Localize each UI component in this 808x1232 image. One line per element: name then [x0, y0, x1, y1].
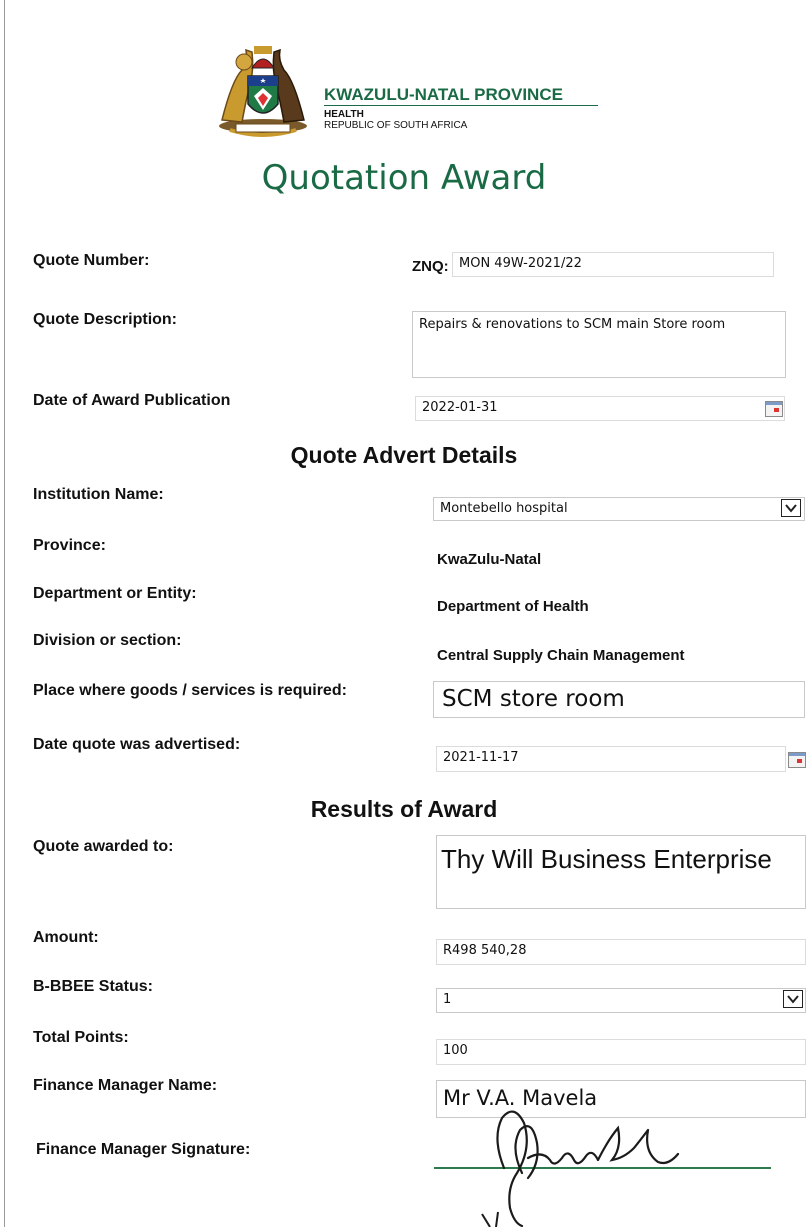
institution-label: Institution Name: [33, 486, 164, 503]
awarded-to-field[interactable]: Thy Will Business Enterprise [436, 835, 806, 909]
institution-select[interactable]: Montebello hospital [433, 497, 805, 521]
advertised-date-label: Date quote was advertised: [33, 736, 241, 753]
amount-label: Amount: [33, 929, 99, 946]
section-quote-advert-details: Quote Advert Details [290, 442, 518, 468]
bbbee-status-select[interactable]: 1 [436, 988, 806, 1013]
award-date-field[interactable]: 2022-01-31 [415, 396, 785, 421]
calendar-icon[interactable] [788, 752, 806, 768]
quote-description-field[interactable]: Repairs & renovations to SCM main Store … [412, 311, 786, 378]
bbbee-status-label: B-BBEE Status: [33, 978, 154, 995]
finance-manager-name-label: Finance Manager Name: [33, 1077, 218, 1094]
coat-of-arms-logo [212, 40, 314, 140]
amount-field[interactable]: R498 540,28 [436, 939, 806, 965]
handwritten-signature [462, 1088, 702, 1228]
calendar-icon[interactable] [765, 401, 783, 417]
total-points-label: Total Points: [33, 1029, 129, 1046]
award-date-label: Date of Award Publication [33, 392, 231, 409]
org-name: KWAZULU-NATAL PROVINCE [324, 85, 563, 104]
quote-number-field[interactable]: MON 49W-2021/22 [452, 252, 774, 277]
section-results-of-award: Results of Award [310, 796, 498, 822]
finance-manager-signature-label: Finance Manager Signature: [36, 1141, 251, 1158]
page-title: Quotation Award [261, 158, 547, 198]
org-divider [324, 105, 598, 106]
total-points-field[interactable]: 100 [436, 1039, 806, 1065]
division-value: Central Supply Chain Management [437, 647, 685, 664]
department-label: Department or Entity: [33, 585, 197, 602]
province-label: Province: [33, 537, 106, 554]
org-health: HEALTH [324, 109, 364, 120]
quote-number-prefix: ZNQ: [412, 258, 449, 275]
bbbee-dropdown-chevron-icon[interactable] [783, 990, 803, 1008]
advertised-date-field[interactable]: 2021-11-17 [436, 746, 786, 772]
awarded-to-label: Quote awarded to: [33, 838, 174, 855]
quote-description-label: Quote Description: [33, 311, 178, 328]
quote-number-label: Quote Number: [33, 252, 150, 269]
org-country: REPUBLIC OF SOUTH AFRICA [324, 120, 468, 131]
department-value: Department of Health [437, 598, 589, 615]
place-field[interactable]: SCM store room [433, 681, 805, 718]
place-label: Place where goods / services is required… [33, 682, 347, 699]
division-label: Division or section: [33, 632, 182, 649]
institution-dropdown-chevron-icon[interactable] [781, 499, 801, 517]
province-value: KwaZulu-Natal [437, 551, 542, 568]
